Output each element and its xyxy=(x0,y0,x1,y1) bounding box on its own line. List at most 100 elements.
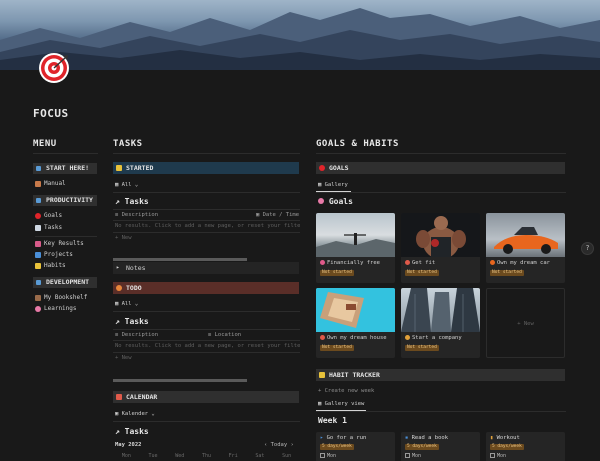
tasks-db-title[interactable]: ↗ Tasks xyxy=(115,317,149,326)
square-icon xyxy=(36,198,41,203)
column-label: Description xyxy=(121,212,159,218)
goal-title: Own my dream car xyxy=(490,260,550,266)
tab-gallery-view[interactable]: ▦ Gallery view xyxy=(318,401,364,407)
weekday-label: Tue xyxy=(148,453,158,459)
horizontal-scrollbar[interactable] xyxy=(113,379,247,382)
frequency-badge: 5 days/week xyxy=(320,444,354,450)
goals-db-title[interactable]: Goals xyxy=(318,197,353,206)
goal-card[interactable]: Own my dream car Not started xyxy=(486,213,565,283)
divider xyxy=(33,153,98,154)
goal-card[interactable]: Own my dream house Not started xyxy=(316,288,395,358)
menu-item-key-results[interactable]: Key Results xyxy=(35,239,84,249)
new-row-button[interactable]: + New xyxy=(115,355,132,361)
tab-gallery[interactable]: ▦ Gallery xyxy=(318,182,348,188)
tasks-db-title[interactable]: ↗ Tasks xyxy=(115,427,149,436)
chevron-down-icon: ⌄ xyxy=(131,301,139,307)
habit-checkbox-row[interactable]: Mon xyxy=(405,453,421,459)
new-row-button[interactable]: + New xyxy=(115,235,132,241)
status-badge: Not started xyxy=(320,345,354,351)
habit-checkbox-row[interactable]: Mon xyxy=(320,453,336,459)
goal-title-text: Own my dream house xyxy=(327,335,387,341)
calendar-icon: ▣ xyxy=(115,411,122,417)
productivity-callout[interactable]: PRODUCTIVITY xyxy=(33,195,97,206)
started-label: STARTED xyxy=(126,164,154,172)
column-location[interactable]: ≡ Location xyxy=(208,332,241,338)
column-label: Location xyxy=(214,332,242,338)
target-icon[interactable] xyxy=(38,52,70,84)
tasks-db-title[interactable]: ↗ Tasks xyxy=(115,197,149,206)
column-description[interactable]: ≡ Description xyxy=(115,332,158,338)
habit-card[interactable]: ▪ Read a book 5 days/week Mon xyxy=(401,432,480,461)
db-title-label: Tasks xyxy=(124,317,149,326)
habit-card[interactable]: ▮ Workout 5 days/week Mon xyxy=(486,432,565,461)
target-icon xyxy=(35,213,41,219)
create-week-button[interactable]: + Create new week xyxy=(318,388,374,394)
chevron-right-icon[interactable]: › xyxy=(287,442,293,448)
todo-callout[interactable]: TODO xyxy=(113,282,299,294)
goal-title-text: Start a company xyxy=(412,335,462,341)
menu-item-goals[interactable]: Goals xyxy=(35,211,62,221)
weekday-label: Fri xyxy=(228,453,238,459)
start-here-callout[interactable]: START HERE! xyxy=(33,163,97,174)
divider xyxy=(316,192,566,193)
habit-title: ▪ Read a book xyxy=(405,435,448,441)
scrollbar-thumb[interactable] xyxy=(113,379,247,382)
column-label: Description xyxy=(121,332,159,338)
column-date-time[interactable]: ▣ Date / Time xyxy=(256,212,299,218)
goal-card[interactable]: Start a company Not started xyxy=(401,288,480,358)
menu-item-habits[interactable]: Habits xyxy=(35,261,66,271)
menu-item-manual[interactable]: Manual xyxy=(35,179,66,189)
week-title[interactable]: Week 1 xyxy=(318,416,347,425)
divider xyxy=(35,236,97,237)
triangle-right-icon: ▸ xyxy=(116,264,120,271)
view-selector-kalender[interactable]: ▣ Kalender ⌄ xyxy=(115,411,155,417)
habit-tracker-callout[interactable]: HABIT TRACKER xyxy=(316,369,565,381)
checkbox[interactable] xyxy=(405,453,410,458)
divider xyxy=(113,421,300,422)
habit-card[interactable]: ▸ Go for a run 5 days/week Mon xyxy=(316,432,395,461)
menu-item-projects[interactable]: Projects xyxy=(35,250,73,260)
chevron-left-icon[interactable]: ‹ xyxy=(264,442,271,448)
menu-item-label: Learnings xyxy=(44,305,77,312)
goal-card[interactable]: Get fit Not started xyxy=(401,213,480,283)
calendar-nav[interactable]: ‹ Today › xyxy=(264,442,294,448)
table-icon: ▦ xyxy=(115,301,122,307)
horizontal-scrollbar[interactable] xyxy=(113,258,247,261)
db-title-label: Tasks xyxy=(124,427,149,436)
menu-item-label: My Bookshelf xyxy=(44,294,88,301)
menu-item-label: Key Results xyxy=(44,240,84,247)
habit-title: ▸ Go for a run xyxy=(320,435,366,441)
empty-state[interactable]: No results. Click to add a new page, or … xyxy=(115,223,300,229)
menu-item-bookshelf[interactable]: My Bookshelf xyxy=(35,293,87,303)
goal-image xyxy=(401,288,480,332)
started-callout[interactable]: STARTED xyxy=(113,162,299,174)
checkbox[interactable] xyxy=(490,453,495,458)
goal-card[interactable]: Financially free Not started xyxy=(316,213,395,283)
menu-item-label: Tasks xyxy=(44,224,63,231)
divider xyxy=(113,153,300,154)
status-badge: Not started xyxy=(320,270,354,276)
arrow-link-icon: ↗ xyxy=(115,317,120,326)
menu-item-tasks[interactable]: Tasks xyxy=(35,223,62,233)
calendar-callout[interactable]: CALENDAR xyxy=(113,391,299,403)
today-button[interactable]: Today xyxy=(271,442,288,448)
tab-label: Gallery view xyxy=(324,401,365,407)
view-selector-all[interactable]: ▦ All ⌄ xyxy=(115,301,138,307)
development-callout[interactable]: DEVELOPMENT xyxy=(33,277,97,288)
view-selector-all[interactable]: ▦ All ⌄ xyxy=(115,182,138,188)
day-label: Mon xyxy=(327,453,337,459)
column-description[interactable]: ≡ Description xyxy=(115,212,158,218)
empty-state[interactable]: No results. Click to add a new page, or … xyxy=(115,343,300,349)
book-icon: ▪ xyxy=(405,435,412,441)
text-icon: ≡ xyxy=(115,332,122,338)
notes-toggle[interactable]: ▸ Notes xyxy=(113,262,299,274)
scrollbar-thumb[interactable] xyxy=(113,258,247,261)
new-goal-card-button[interactable]: + New xyxy=(486,288,565,358)
development-label: DEVELOPMENT xyxy=(46,278,90,286)
menu-item-learnings[interactable]: Learnings xyxy=(35,304,77,314)
checkbox[interactable] xyxy=(320,453,325,458)
cover-banner xyxy=(0,0,600,70)
goals-callout[interactable]: GOALS xyxy=(316,162,565,174)
help-button[interactable]: ? xyxy=(581,242,594,255)
habit-checkbox-row[interactable]: Mon xyxy=(490,453,506,459)
